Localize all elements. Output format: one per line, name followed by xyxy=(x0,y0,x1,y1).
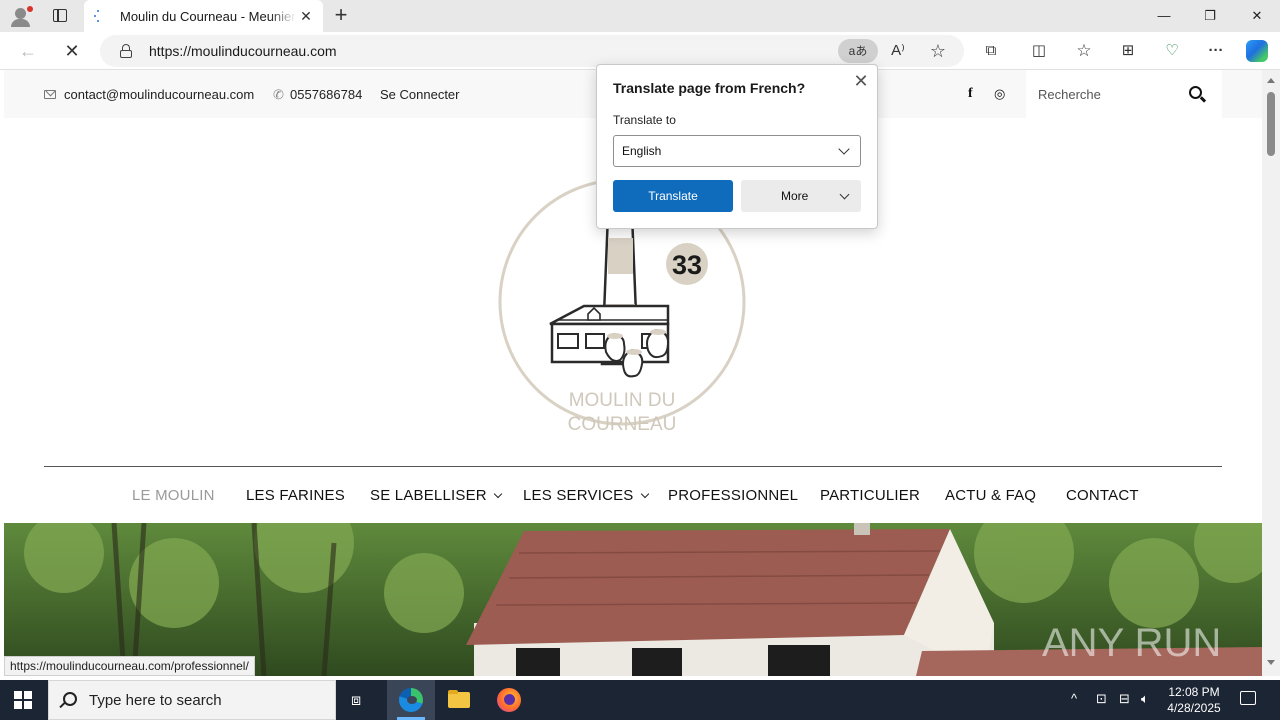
nav-item-label: LES SERVICES xyxy=(523,487,634,504)
address-bar[interactable]: https://moulinducourneau.com aあ A⁾ ☆ xyxy=(100,35,964,67)
browser-essentials-icon[interactable]: ♡ xyxy=(1160,39,1184,63)
nav-item-se-labelliser[interactable]: SE LABELLISER xyxy=(370,487,503,504)
collections-icon[interactable]: ⊞ xyxy=(1116,39,1140,63)
more-button[interactable]: More xyxy=(741,180,861,212)
translate-icon[interactable]: aあ xyxy=(838,39,878,63)
nav-item-les-farines[interactable]: LES FARINES xyxy=(246,487,345,504)
search-icon xyxy=(63,692,77,706)
lock-icon[interactable] xyxy=(120,44,132,58)
phone-link[interactable]: 0557686784 xyxy=(290,87,362,102)
tab-title: Moulin du Courneau - Meunier à Sadirac xyxy=(120,9,296,24)
nav-item-label: SE LABELLISER xyxy=(370,487,487,504)
usb-device-icon[interactable]: ⊡ xyxy=(1096,691,1107,707)
nav-item-contact[interactable]: CONTACT xyxy=(1066,487,1139,504)
taskbar-search[interactable]: Type here to search xyxy=(48,680,336,720)
popup-title: Translate page from French? xyxy=(613,80,806,96)
close-icon[interactable]: ✕ xyxy=(851,71,871,91)
mail-icon xyxy=(44,90,56,99)
chevron-down-icon xyxy=(839,189,850,200)
search-icon[interactable] xyxy=(1189,86,1207,104)
logo-text-line2: COURNEAU xyxy=(568,414,677,435)
copilot-icon[interactable] xyxy=(1246,40,1268,62)
read-aloud-icon[interactable]: A⁾ xyxy=(886,39,910,63)
chevron-down-icon xyxy=(493,489,503,499)
translate-button[interactable]: Translate xyxy=(613,180,733,212)
nav-item-les-services[interactable]: LES SERVICES xyxy=(523,487,649,504)
tray-overflow-chevron-icon[interactable]: ^ xyxy=(1071,691,1077,706)
loading-favicon-icon xyxy=(94,10,102,22)
scroll-thumb[interactable] xyxy=(1267,92,1275,156)
task-view-icon[interactable]: ⧈ xyxy=(336,680,384,720)
translate-popup: Translate page from French? ✕ Translate … xyxy=(596,64,878,229)
extensions-icon[interactable]: ⧉ xyxy=(979,39,1003,63)
network-icon[interactable]: ⊟ xyxy=(1119,691,1130,707)
clock-date: 4/28/2025 xyxy=(1167,701,1221,715)
clock-time: 12:08 PM xyxy=(1168,685,1220,699)
new-tab-button[interactable]: + xyxy=(330,4,352,26)
favorites-icon[interactable]: ☆ xyxy=(1072,39,1096,63)
nav-divider xyxy=(44,466,1222,467)
nav-item-actu-faq[interactable]: ACTU & FAQ xyxy=(945,487,1036,504)
nav-item-professionnel[interactable]: PROFESSIONNEL xyxy=(668,487,798,504)
facebook-icon[interactable]: f xyxy=(968,86,973,102)
favorite-star-icon[interactable]: ☆ xyxy=(926,39,950,63)
stop-loading-button[interactable]: ✕ xyxy=(60,39,84,63)
split-screen-icon[interactable]: ◫ xyxy=(1027,39,1051,63)
restore-button[interactable]: ❐ xyxy=(1200,6,1220,26)
more-menu-icon[interactable]: ··· xyxy=(1204,39,1228,63)
address-url[interactable]: https://moulinducourneau.com xyxy=(149,43,337,59)
logo-text-line1: MOULIN DU xyxy=(569,390,676,411)
instagram-icon[interactable]: ◎ xyxy=(994,86,1005,102)
anyrun-watermark: ANY RUN xyxy=(1042,621,1221,665)
tab-strip: Moulin du Courneau - Meunier à Sadirac ✕… xyxy=(0,0,1280,32)
edge-taskbar-icon[interactable] xyxy=(387,680,435,720)
taskbar-search-placeholder: Type here to search xyxy=(89,692,222,709)
tab-actions-icon[interactable] xyxy=(46,4,74,28)
tab-close-icon[interactable]: ✕ xyxy=(298,8,314,24)
windows-start-icon[interactable] xyxy=(14,691,32,709)
taskbar: Type here to search ⧈ ^ ⊡ ⊟ 🔈︎ 12:08 PM … xyxy=(0,680,1280,720)
phone-icon: ✆ xyxy=(273,87,284,102)
scroll-down-arrow-icon[interactable] xyxy=(1267,660,1275,665)
site-search xyxy=(1026,70,1222,118)
translate-to-label: Translate to xyxy=(613,113,676,127)
back-button[interactable]: ← xyxy=(16,39,40,63)
scroll-up-arrow-icon[interactable] xyxy=(1267,78,1275,83)
close-window-button[interactable]: ✕ xyxy=(1247,6,1267,26)
logo-number: 33 xyxy=(672,250,702,280)
chevron-down-icon xyxy=(640,489,649,499)
notification-icon[interactable] xyxy=(1240,691,1256,705)
file-explorer-icon[interactable] xyxy=(435,680,483,720)
site-search-input[interactable] xyxy=(1038,85,1178,103)
link-status-bar: https://moulinducourneau.com/professionn… xyxy=(4,656,255,676)
volume-icon[interactable]: 🔈︎ xyxy=(1141,691,1149,707)
selected-language: English xyxy=(622,144,662,158)
contact-email-link[interactable]: contact@moulinducourneau.com xyxy=(64,87,254,102)
nav-item-le-moulin[interactable]: LE MOULIN xyxy=(132,487,215,504)
minimize-button[interactable]: — xyxy=(1154,6,1174,26)
browser-tab[interactable]: Moulin du Courneau - Meunier à Sadirac ✕ xyxy=(84,0,323,32)
login-link[interactable]: Se Connecter xyxy=(380,87,460,102)
taskbar-clock[interactable]: 12:08 PM 4/28/2025 xyxy=(1156,684,1232,716)
hero-image: ANY RUN xyxy=(4,523,1262,676)
page-scrollbar[interactable] xyxy=(1262,70,1280,676)
more-button-label: More xyxy=(781,189,809,203)
profile-avatar-icon[interactable] xyxy=(8,4,34,28)
firefox-icon[interactable] xyxy=(485,680,533,720)
chevron-down-icon xyxy=(838,143,850,155)
nav-item-particulier[interactable]: PARTICULIER xyxy=(820,487,920,504)
language-select[interactable]: English xyxy=(613,135,861,167)
main-navigation: LE MOULIN LES FARINES SE LABELLISER LES … xyxy=(4,480,1262,510)
